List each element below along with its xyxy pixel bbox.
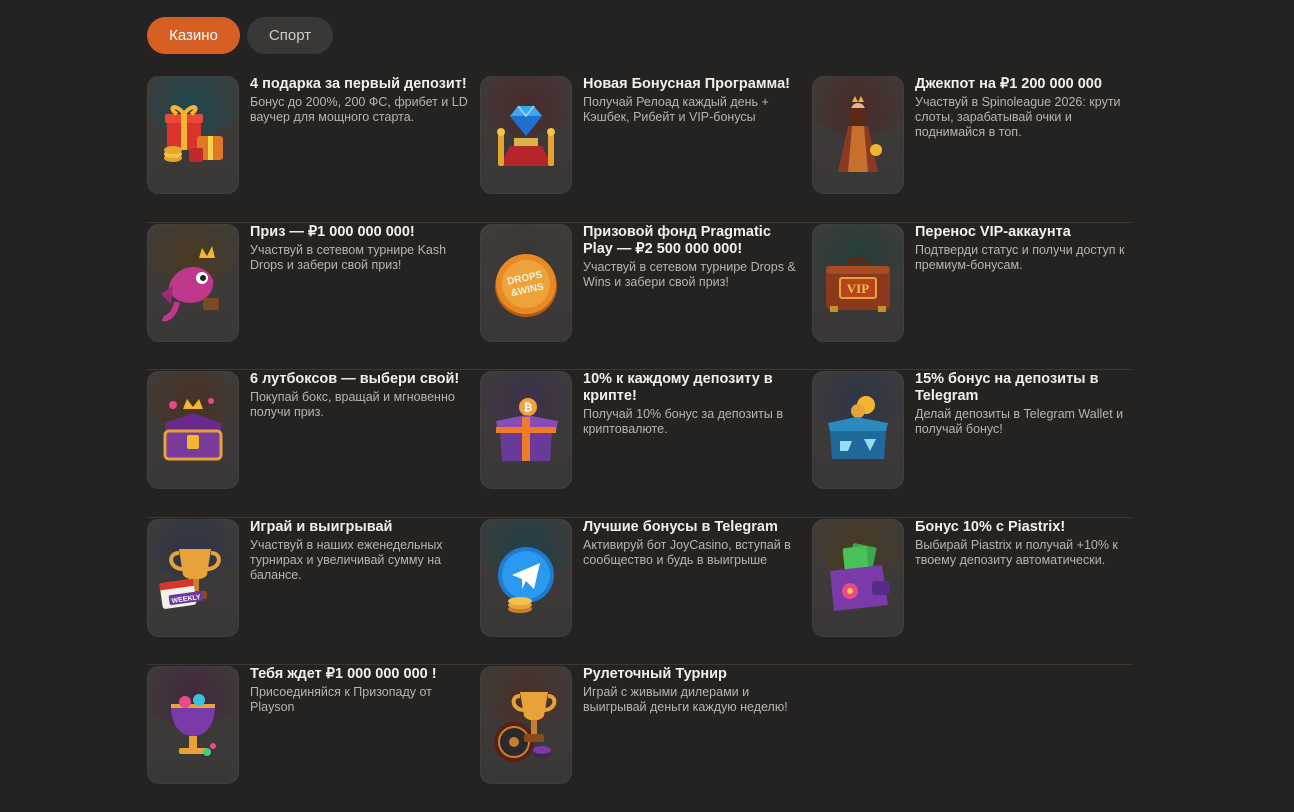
promo-thumbnail: [480, 518, 572, 637]
promo-thumbnail: DROPS &WINS: [480, 223, 572, 342]
promo-card[interactable]: Тебя ждет ₽1 000 000 000 ! Присоединяйся …: [147, 666, 467, 784]
promo-thumbnail: [147, 666, 239, 784]
promo-card[interactable]: DROPS &WINS Призовой фонд Pragmatic Play…: [480, 223, 800, 342]
promo-card[interactable]: Бонус 10% с Piastrix! Выбирай Piastrix и …: [812, 518, 1132, 637]
promo-description: Участвуй в наших еженедельных турнирах и…: [250, 537, 443, 582]
gift-boxes-icon: [164, 105, 223, 162]
promo-description: Получай Релоад каждый день + Кэшбек, Риб…: [583, 95, 769, 124]
promo-row: Тебя ждет ₽1 000 000 000 ! Присоединяйся …: [147, 665, 1132, 812]
promo-thumbnail: [147, 76, 239, 194]
promo-row: Приз — ₽1 000 000 000! Участвуй в сетевом…: [147, 223, 1132, 370]
promo-thumbnail: ₿: [480, 371, 572, 489]
promo-title: Новая Бонусная Программа!: [583, 76, 790, 92]
tab-bar: Казино Спорт: [147, 17, 333, 54]
promo-thumbnail: [480, 666, 572, 784]
crowned-fish-icon: [161, 245, 219, 321]
promo-description: Покупай бокс, вращай и мгновенно получи …: [250, 390, 455, 419]
promo-description: Получай 10% бонус за депозиты в криптова…: [583, 407, 783, 436]
promo-description: Присоединяйся к Призопаду от Playson: [250, 685, 432, 714]
svg-text:₿: ₿: [524, 402, 533, 414]
gem-goblet-icon: [171, 694, 216, 756]
promo-card[interactable]: Новая Бонусная Программа! Получай Релоад …: [480, 76, 800, 194]
promo-thumbnail: [480, 76, 572, 194]
promo-card[interactable]: Рулеточный Турнир Играй с живыми дилерами…: [480, 666, 800, 784]
promo-title: Перенос VIP-аккаунта: [915, 223, 1071, 240]
roulette-trophy-icon: [494, 692, 557, 762]
vip-suitcase-icon: VIP: [826, 257, 890, 312]
tab-sport[interactable]: Спорт: [247, 17, 333, 54]
promo-thumbnail: [147, 371, 239, 489]
promo-description: Участвуй в сетевом турнире Kash Drops и …: [250, 242, 447, 272]
promo-card[interactable]: Лучшие бонусы в Telegram Активируй бот Jo…: [480, 518, 800, 637]
promo-title: Приз — ₽1 000 000 000!: [250, 223, 415, 240]
promo-card[interactable]: Джекпот на ₽1 200 000 000 Участвуй в Spin…: [812, 76, 1132, 194]
promo-title: 4 подарка за первый депозит!: [250, 76, 467, 92]
promo-title: Бонус 10% с Piastrix!: [915, 518, 1066, 535]
promo-description: Активируй бот JoyCasino, вступай в сообщ…: [583, 537, 791, 567]
promo-grid: 4 подарка за первый депозит! Бонус до 200…: [147, 75, 1132, 812]
wallet-icon: [830, 542, 890, 611]
promo-description: Участвуй в сетевом турнире Drops & Wins …: [583, 259, 796, 289]
promo-row: 6 лутбоксов — выбери свой! Покупай бокс, …: [147, 370, 1132, 518]
promo-description: Подтверди статус и получи доступ к преми…: [915, 242, 1125, 272]
promo-description: Играй с живыми дилерами и выигрывай день…: [583, 685, 788, 714]
promo-description: Выбирай Piastrix и получай +10% к твоему…: [915, 537, 1118, 567]
diamond-pedestal-icon: [497, 105, 555, 166]
promo-row: 4 подарка за первый депозит! Бонус до 200…: [147, 75, 1132, 223]
promo-thumbnail: [812, 371, 904, 489]
promo-thumbnail: [812, 518, 904, 637]
promo-title: Тебя ждет ₽1 000 000 000 !: [250, 666, 437, 682]
telegram-coin-icon: [498, 546, 554, 613]
telegram-box-icon: [828, 396, 888, 459]
promo-description: Делай депозиты в Telegram Wallet и получ…: [915, 407, 1124, 436]
promo-description: Бонус до 200%, 200 ФС, фрибет и LD вауче…: [250, 95, 468, 124]
promo-title: Призовой фонд Pragmatic Play — ₽2 500 00…: [583, 223, 771, 257]
promo-title: Лучшие бонусы в Telegram: [583, 518, 778, 535]
promo-thumbnail: [147, 223, 239, 342]
promo-title: Рулеточный Турнир: [583, 666, 727, 682]
promo-card[interactable]: ₿ 10% к каждому депозиту в крипте! Получа…: [480, 371, 800, 489]
promo-title: 10% к каждому депозиту в крипте!: [583, 371, 773, 404]
promo-title: Джекпот на ₽1 200 000 000: [915, 76, 1102, 92]
promo-thumbnail: [812, 76, 904, 194]
promo-card[interactable]: 4 подарка за первый депозит! Бонус до 200…: [147, 76, 468, 194]
promo-thumbnail: WEEKLY: [147, 518, 239, 637]
weekly-trophy-icon: WEEKLY: [159, 548, 221, 609]
treasure-chest-icon: [163, 398, 223, 461]
vip-label: VIP: [847, 281, 869, 296]
promo-thumbnail: VIP: [812, 223, 904, 342]
promo-card[interactable]: 6 лутбоксов — выбери свой! Покупай бокс, …: [147, 371, 467, 489]
promo-row: WEEKLY Играй и выигрывай Участвуй в наших…: [147, 518, 1132, 665]
promo-title: 6 лутбоксов — выбери свой!: [250, 371, 460, 387]
promo-title: 15% бонус на депозиты в Telegram: [915, 371, 1099, 404]
queen-figure-icon: [838, 96, 882, 172]
promo-card[interactable]: 15% бонус на депозиты в Telegram Делай де…: [812, 371, 1132, 489]
promo-card[interactable]: VIP Перенос VIP-аккаунта Подтверди статус…: [812, 223, 1132, 342]
promo-title: Играй и выигрывай: [250, 518, 393, 535]
crypto-gift-icon: ₿: [496, 398, 558, 461]
promo-description: Участвуй в Spinoleague 2026: крути слоты…: [915, 95, 1121, 139]
promo-card[interactable]: Приз — ₽1 000 000 000! Участвуй в сетевом…: [147, 223, 467, 342]
tab-casino[interactable]: Казино: [147, 17, 240, 54]
promo-card[interactable]: WEEKLY Играй и выигрывай Участвуй в наших…: [147, 518, 467, 637]
drops-wins-coin-icon: DROPS &WINS: [495, 253, 557, 317]
